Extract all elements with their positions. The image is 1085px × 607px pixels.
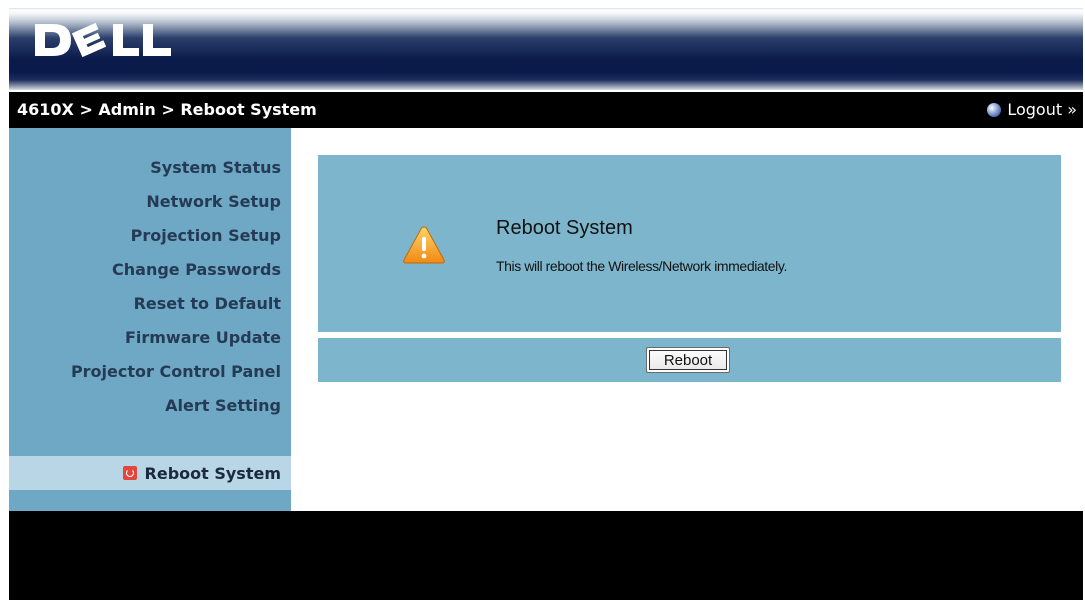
sidebar: System Status Network Setup Projection S… (9, 128, 291, 511)
reboot-description: This will reboot the Wireless/Network im… (496, 258, 787, 274)
dell-logo[interactable] (31, 22, 181, 58)
logout-link[interactable]: Logout » (987, 100, 1077, 119)
sidebar-item-reboot-system[interactable]: Reboot System (9, 456, 291, 490)
power-icon (122, 466, 137, 480)
sidebar-item-label: Reboot System (144, 463, 281, 483)
reboot-info-panel: Reboot System This will reboot the Wirel… (318, 155, 1061, 332)
sidebar-item-network-setup[interactable]: Network Setup (146, 192, 281, 211)
sidebar-item-reset-to-default[interactable]: Reset to Default (134, 294, 281, 313)
breadcrumb: 4610X > Admin > Reboot System (17, 100, 317, 119)
sidebar-item-system-status[interactable]: System Status (150, 158, 281, 177)
page-title: Reboot System (496, 217, 633, 239)
sidebar-item-change-passwords[interactable]: Change Passwords (112, 260, 281, 279)
footer (9, 511, 1083, 600)
logout-label: Logout » (1007, 100, 1077, 119)
breadcrumb-bar: 4610X > Admin > Reboot System Logout » (9, 92, 1083, 128)
header (9, 8, 1083, 90)
sidebar-item-projection-setup[interactable]: Projection Setup (131, 226, 281, 245)
reboot-button[interactable]: Reboot (646, 347, 730, 373)
sidebar-item-firmware-update[interactable]: Firmware Update (125, 328, 281, 347)
sidebar-item-alert-setting[interactable]: Alert Setting (165, 396, 281, 415)
page: 4610X > Admin > Reboot System Logout » S… (9, 8, 1083, 600)
logout-icon (987, 102, 1002, 117)
reboot-action-panel: Reboot (318, 338, 1061, 382)
sidebar-item-projector-control-panel[interactable]: Projector Control Panel (71, 362, 281, 381)
warning-icon (403, 226, 445, 264)
